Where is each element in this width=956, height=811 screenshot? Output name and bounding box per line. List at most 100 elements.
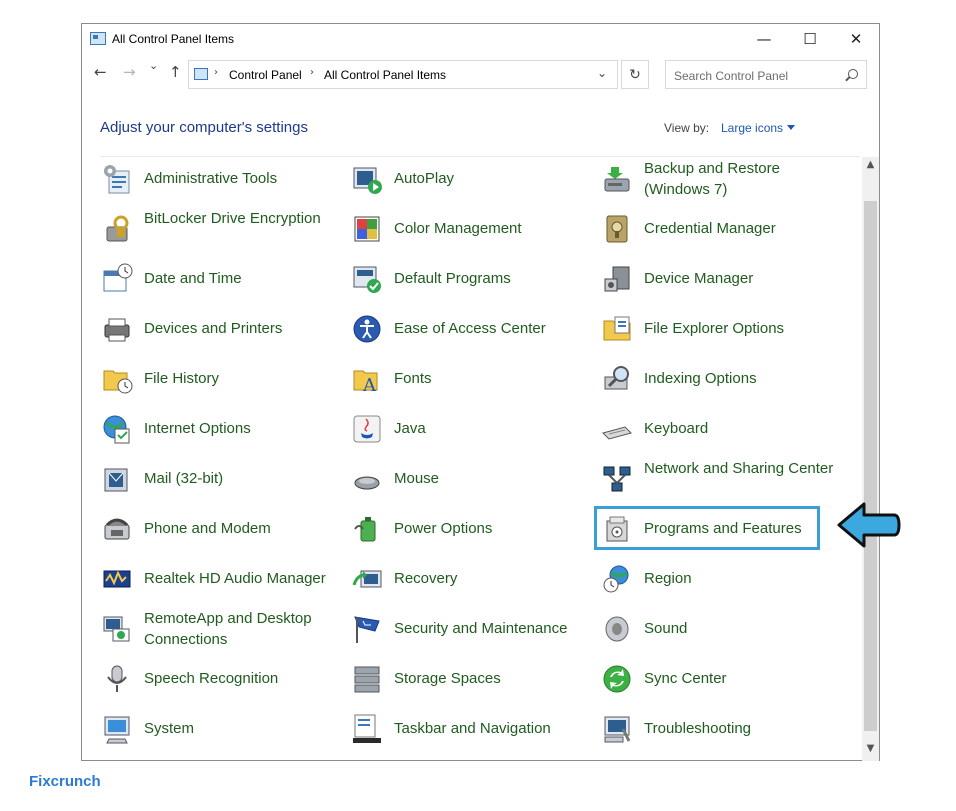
control-panel-icon: [90, 32, 106, 45]
control-panel-item-backup-restore[interactable]: Backup and Restore (Windows 7): [601, 157, 841, 201]
recent-locations-chevron-icon[interactable]: ⌄: [149, 59, 158, 72]
pointer-arrow-icon: [837, 502, 901, 548]
control-panel-item-admin-tools[interactable]: Administrative Tools: [101, 157, 341, 201]
search-icon[interactable]: [848, 69, 858, 79]
system-icon: [101, 713, 133, 745]
control-panel-item-realtek-audio[interactable]: Realtek HD Audio Manager: [101, 557, 341, 601]
control-panel-item-keyboard[interactable]: Keyboard: [601, 407, 841, 451]
realtek-audio-icon: [101, 563, 133, 595]
security-maintenance-icon: [351, 613, 383, 645]
recovery-icon: [351, 563, 383, 595]
close-button[interactable]: ✕: [833, 24, 879, 54]
item-label: Indexing Options: [644, 370, 757, 387]
control-panel-item-mail[interactable]: Mail (32-bit): [101, 457, 341, 501]
address-dropdown-icon[interactable]: ⌄: [597, 66, 607, 80]
control-panel-item-indexing-options[interactable]: Indexing Options: [601, 357, 841, 401]
svg-text:A: A: [362, 375, 377, 395]
control-panel-item-bitlocker[interactable]: BitLocker Drive Encryption: [101, 207, 341, 251]
control-panel-item-autoplay[interactable]: AutoPlay: [351, 157, 591, 201]
control-panel-item-sync-center[interactable]: Sync Center: [601, 657, 841, 701]
breadcrumb-all-items[interactable]: All Control Panel Items: [324, 68, 446, 82]
control-panel-item-storage-spaces[interactable]: Storage Spaces: [351, 657, 591, 701]
control-panel-item-default-programs[interactable]: Default Programs: [351, 257, 591, 301]
control-panel-item-power-options[interactable]: Power Options: [351, 507, 591, 551]
keyboard-icon: [601, 413, 633, 445]
control-panel-item-file-history[interactable]: File History: [101, 357, 341, 401]
control-panel-item-date-time[interactable]: Date and Time: [101, 257, 341, 301]
item-label: Date and Time: [144, 270, 242, 287]
item-label: Taskbar and Navigation: [394, 720, 551, 737]
item-label: Credential Manager: [644, 220, 776, 237]
item-label: Mouse: [394, 470, 440, 487]
control-panel-item-color-management[interactable]: Color Management: [351, 207, 591, 251]
item-label: BitLocker Drive Encryption: [144, 210, 321, 227]
item-label: RemoteApp and Desktop Connections: [144, 610, 312, 648]
item-label: Region: [644, 570, 692, 587]
search-input[interactable]: Search Control Panel: [665, 60, 867, 89]
item-label: Phone and Modem: [144, 520, 271, 537]
up-arrow-icon[interactable]: ↑: [169, 63, 182, 81]
item-label: File History: [144, 370, 220, 387]
control-panel-item-speech-recognition[interactable]: Speech Recognition: [101, 657, 341, 701]
admin-tools-icon: [101, 163, 133, 195]
control-panel-item-region[interactable]: Region: [601, 557, 841, 601]
caret-down-icon[interactable]: [787, 125, 795, 130]
scroll-up-icon[interactable]: ▲: [862, 159, 879, 175]
control-panel-item-internet-options[interactable]: Internet Options: [101, 407, 341, 451]
control-panel-item-file-explorer-options[interactable]: File Explorer Options: [601, 307, 841, 351]
control-panel-item-taskbar-navigation[interactable]: Taskbar and Navigation: [351, 707, 591, 751]
watermark-brand: Fixcrunch: [29, 773, 101, 790]
control-panel-item-sound[interactable]: Sound: [601, 607, 841, 651]
back-arrow-icon[interactable]: ←: [94, 63, 107, 81]
internet-options-icon: [101, 413, 133, 445]
date-time-icon: [101, 263, 133, 295]
minimize-button[interactable]: —: [741, 24, 787, 54]
item-label: Devices and Printers: [144, 320, 283, 337]
mail-icon: [101, 463, 133, 495]
control-panel-item-recovery[interactable]: Recovery: [351, 557, 591, 601]
item-label: Speech Recognition: [144, 670, 279, 687]
control-panel-item-system[interactable]: System: [101, 707, 341, 751]
control-panel-item-devices-printers[interactable]: Devices and Printers: [101, 307, 341, 351]
control-panel-item-ease-of-access[interactable]: Ease of Access Center: [351, 307, 591, 351]
breadcrumb-separator: ›: [214, 67, 218, 78]
default-programs-icon: [351, 263, 383, 295]
item-label: Administrative Tools: [144, 170, 278, 187]
control-panel-item-device-manager[interactable]: Device Manager: [601, 257, 841, 301]
network-sharing-icon: [601, 463, 633, 495]
control-panel-item-remoteapp[interactable]: RemoteApp and Desktop Connections: [101, 607, 341, 651]
item-label: Network and Sharing Center: [644, 460, 834, 477]
control-panel-item-credential-manager[interactable]: Credential Manager: [601, 207, 841, 251]
control-panel-item-java[interactable]: Java: [351, 407, 591, 451]
item-label: Internet Options: [144, 420, 251, 437]
control-panel-item-security-maintenance[interactable]: Security and Maintenance: [351, 607, 591, 651]
title-bar: All Control Panel Items — ☐ ✕: [82, 24, 879, 54]
maximize-button[interactable]: ☐: [787, 24, 833, 54]
page-title: Adjust your computer's settings: [100, 119, 308, 136]
item-label: Sound: [644, 620, 688, 637]
control-panel-item-network-sharing[interactable]: Network and Sharing Center: [601, 457, 841, 501]
refresh-icon[interactable]: ↻: [621, 60, 649, 89]
control-panel-item-troubleshooting[interactable]: Troubleshooting: [601, 707, 841, 751]
view-by-label: View by:: [664, 121, 710, 135]
fonts-icon: A: [351, 363, 383, 396]
item-label: File Explorer Options: [644, 320, 785, 337]
control-panel-item-phone-modem[interactable]: Phone and Modem: [101, 507, 341, 551]
breadcrumb-separator: ›: [310, 67, 314, 78]
item-label: Power Options: [394, 520, 493, 537]
control-panel-item-mouse[interactable]: Mouse: [351, 457, 591, 501]
item-label: System: [144, 720, 195, 737]
item-label: Java: [394, 420, 426, 437]
view-by-dropdown[interactable]: Large icons: [721, 121, 783, 135]
breadcrumb-control-panel[interactable]: Control Panel: [229, 68, 302, 82]
credential-manager-icon: [601, 213, 633, 245]
vertical-scrollbar[interactable]: ▲ ▼: [862, 157, 879, 761]
address-bar[interactable]: › Control Panel › All Control Panel Item…: [188, 60, 618, 89]
control-panel-window: All Control Panel Items — ☐ ✕ ← → ⌄ ↑ › …: [81, 23, 880, 761]
forward-arrow-icon[interactable]: →: [123, 63, 136, 81]
control-panel-item-fonts[interactable]: A Fonts: [351, 357, 591, 401]
window-title: All Control Panel Items: [112, 32, 235, 46]
scroll-thumb[interactable]: [864, 201, 877, 731]
color-management-icon: [351, 213, 383, 245]
scroll-down-icon[interactable]: ▼: [862, 743, 879, 759]
